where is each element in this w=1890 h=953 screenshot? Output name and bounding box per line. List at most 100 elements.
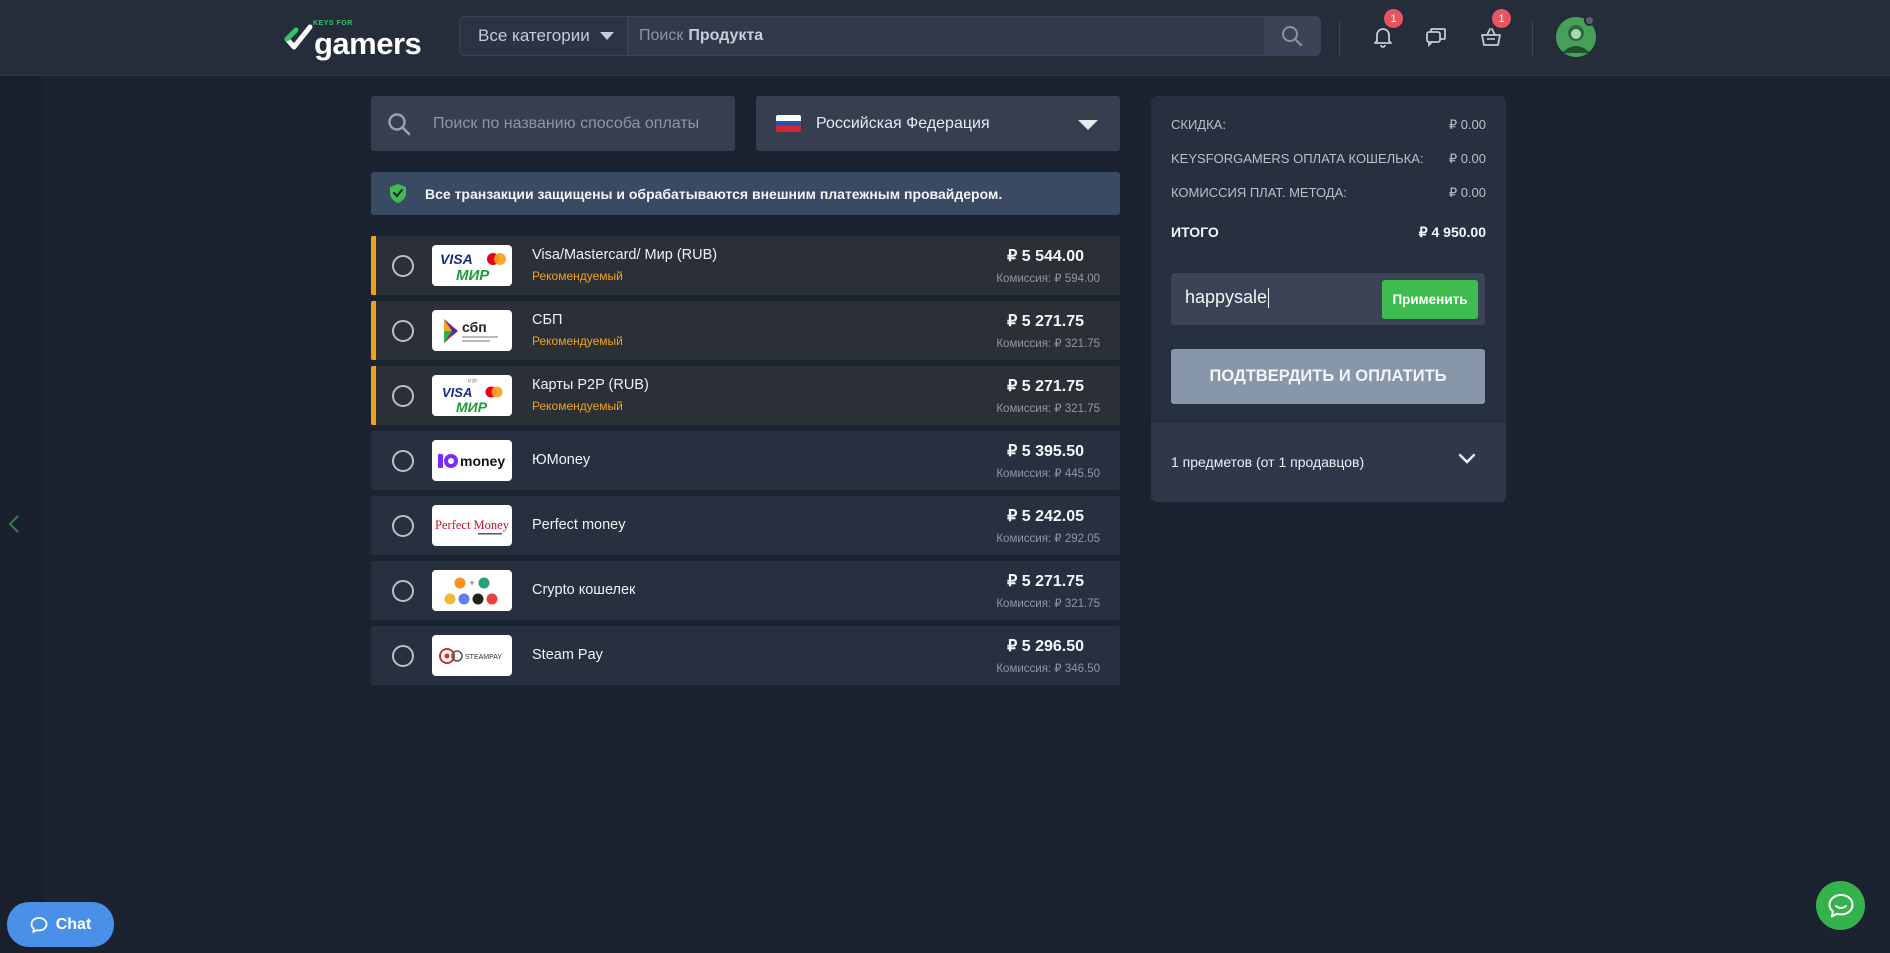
items-summary-text: 1 предметов (от 1 продавцов) (1171, 454, 1365, 470)
payment-method-price: ₽ 5 271.75 (1007, 313, 1084, 330)
security-notice: Все транзакции защищены и обрабатываются… (371, 172, 1120, 215)
search-icon (388, 112, 411, 135)
search-button[interactable] (1264, 17, 1320, 55)
notifications-badge: 1 (1384, 9, 1403, 28)
site-logo[interactable]: KEYS FOR gamers (284, 18, 422, 61)
chevron-down-icon (1078, 120, 1098, 130)
crypto-logo: + (432, 570, 512, 611)
payment-method-list: VISA МИР Visa/Mastercard/ Мир (RUB) Реко… (371, 236, 1120, 691)
items-dropdown[interactable]: 1 предметов (от 1 продавцов) (1151, 423, 1506, 502)
p2p-cards-icon: P2P VISA МИР (442, 379, 503, 415)
yoomoney-logo: money (432, 440, 512, 481)
discount-label: СКИДКА: (1171, 117, 1226, 132)
payment-method-commission: Комиссия: ₽ 346.50 (996, 663, 1100, 675)
search-placeholder-prefix: Поиск (639, 27, 684, 44)
russia-flag-icon (776, 115, 801, 132)
radio-button[interactable] (392, 255, 414, 277)
payment-method-commission: Комиссия: ₽ 321.75 (996, 598, 1100, 610)
search-placeholder-bold: Продукта (688, 27, 764, 44)
country-select-value: Российская Федерация (816, 114, 990, 132)
visa-mir-logo: VISA МИР (432, 245, 512, 286)
logo-text: gamers (314, 26, 422, 61)
payment-method-price: ₽ 5 296.50 (1007, 638, 1084, 655)
visa-mir-icon: VISA МИР (440, 251, 506, 283)
recommended-tag: Рекомендуемый (532, 334, 623, 348)
radio-button[interactable] (392, 320, 414, 342)
discount-value: ₽ 0.00 (1448, 117, 1486, 132)
search-icon (1282, 26, 1303, 47)
radio-button[interactable] (392, 645, 414, 667)
sbp-icon: сбп (444, 318, 498, 343)
payment-method-name: Steam Pay (532, 647, 603, 663)
payment-method-row[interactable]: + Crypto кошелек ₽ 5 271.75 Комиссия: ₽ … (371, 561, 1120, 620)
status-dot (1584, 15, 1595, 26)
recommended-tag: Рекомендуемый (532, 269, 623, 283)
crypto-coins-icon: + (444, 577, 498, 604)
perfect-money-logo: Perfect Money (432, 505, 512, 546)
cart-button[interactable]: 1 (1474, 9, 1511, 54)
promo-code-input[interactable]: happysale (1185, 287, 1270, 309)
radio-button[interactable] (392, 515, 414, 537)
total-label: ИТОГО (1171, 224, 1219, 240)
payment-method-name: Visa/Mastercard/ Мир (RUB) (532, 247, 718, 263)
support-chat-icon (1828, 893, 1853, 917)
svg-text:VISA: VISA (442, 385, 472, 400)
recommended-tag: Рекомендуемый (532, 399, 623, 413)
apply-promo-button[interactable]: Применить (1382, 280, 1478, 319)
total-value: ₽ 4 950.00 (1418, 224, 1486, 240)
payment-method-name: ЮMoney (532, 452, 591, 468)
fee-line: КОМИССИЯ ПЛАТ. МЕТОДА: ₽ 0.00 (1171, 185, 1486, 201)
svg-text:money: money (460, 453, 505, 469)
confirm-and-pay-button[interactable]: ПОДТВЕРДИТЬ И ОПЛАТИТЬ (1171, 349, 1485, 404)
payment-search-placeholder: Поиск по названию способа оплаты (433, 114, 700, 132)
wallet-line: KEYSFORGAMERS ОПЛАТА КОШЕЛЬКА: ₽ 0.00 (1171, 151, 1486, 167)
product-search-bar: Все категории Поиск Продукта (459, 16, 1321, 56)
steampay-logo: STEAMPAY (432, 635, 512, 676)
category-select[interactable]: Все категории (460, 17, 628, 55)
svg-text:STEAMPAY: STEAMPAY (465, 654, 502, 661)
radio-button[interactable] (392, 450, 414, 472)
support-chat-button[interactable] (1816, 881, 1865, 930)
payment-method-row[interactable]: P2P VISA МИР Карты P2P (RUB) Рекомендуем… (371, 366, 1120, 425)
chat-bubble-icon (30, 916, 48, 933)
p2p-logo: P2P VISA МИР (432, 375, 512, 416)
svg-text:МИР: МИР (456, 267, 490, 283)
payment-method-price: ₽ 5 395.50 (1007, 443, 1084, 460)
steampay-icon: STEAMPAY (439, 647, 502, 664)
top-header: KEYS FOR gamers Все категории Поиск Прод… (0, 0, 1890, 76)
chevron-left-icon[interactable] (8, 514, 20, 534)
svg-text:Perfect Money: Perfect Money (435, 518, 510, 532)
payment-method-commission: Комиссия: ₽ 445.50 (996, 468, 1100, 480)
messages-button[interactable] (1419, 20, 1453, 54)
payment-method-search-input[interactable]: Поиск по названию способа оплаты (371, 96, 735, 151)
payment-method-row[interactable]: money ЮMoney ₽ 5 395.50 Комиссия: ₽ 445.… (371, 431, 1120, 490)
payment-method-commission: Комиссия: ₽ 594.00 (996, 273, 1100, 285)
payment-method-commission: Комиссия: ₽ 321.75 (996, 403, 1100, 415)
payment-method-commission: Комиссия: ₽ 321.75 (996, 338, 1100, 350)
sbp-logo: сбп (432, 310, 512, 351)
chat-button[interactable]: Chat (7, 902, 114, 947)
payment-method-row[interactable]: Perfect Money Perfect money ₽ 5 242.05 К… (371, 496, 1120, 555)
promo-code-value: happysale (1185, 287, 1268, 307)
svg-text:+: + (469, 578, 474, 588)
payment-method-price: ₽ 5 271.75 (1007, 378, 1084, 395)
chevron-down-icon (1458, 453, 1476, 464)
wallet-label: KEYSFORGAMERS ОПЛАТА КОШЕЛЬКА: (1171, 151, 1424, 166)
header-divider (1532, 20, 1533, 56)
chat-button-label: Chat (55, 915, 92, 933)
product-search-input[interactable]: Поиск Продукта (628, 17, 1264, 55)
payment-method-row[interactable]: STEAMPAY Steam Pay ₽ 5 296.50 Комиссия: … (371, 626, 1120, 685)
cart-badge: 1 (1492, 9, 1511, 28)
payment-method-row[interactable]: VISA МИР Visa/Mastercard/ Мир (RUB) Реко… (371, 236, 1120, 295)
country-select[interactable]: Российская Федерация (756, 96, 1120, 151)
radio-button[interactable] (392, 580, 414, 602)
security-notice-text: Все транзакции защищены и обрабатываются… (425, 185, 1003, 202)
promo-code-field[interactable]: happysale Применить (1171, 273, 1485, 325)
wallet-value: ₽ 0.00 (1448, 151, 1486, 166)
left-rail (0, 76, 45, 953)
notifications-button[interactable]: 1 (1366, 9, 1403, 54)
payment-method-name: Карты P2P (RUB) (532, 377, 649, 393)
radio-button[interactable] (392, 385, 414, 407)
payment-method-row[interactable]: сбп СБП Рекомендуемый ₽ 5 271.75 Комисси… (371, 301, 1120, 360)
perfect-money-icon: Perfect Money (435, 518, 510, 534)
